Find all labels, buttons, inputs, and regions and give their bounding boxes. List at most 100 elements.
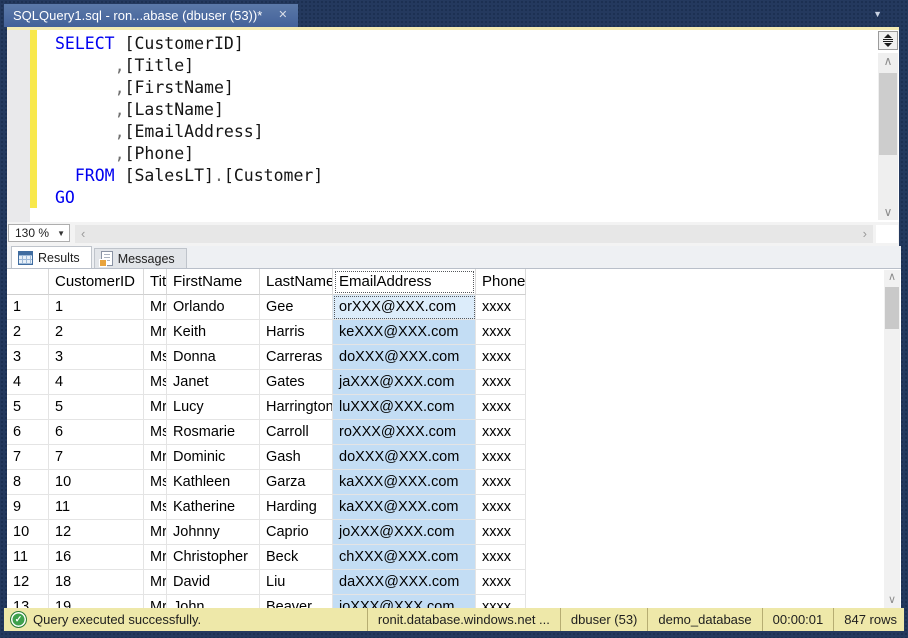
editor-horizontal-scrollbar[interactable]: ‹ › — [75, 225, 873, 243]
data-cell[interactable]: Janet — [167, 370, 260, 395]
editor-vertical-scrollbar[interactable]: ∧ ∨ — [878, 53, 898, 220]
row-number-cell[interactable]: 2 — [7, 320, 49, 345]
row-number-cell[interactable]: 3 — [7, 345, 49, 370]
data-cell[interactable]: Mr. — [144, 595, 167, 608]
data-cell[interactable]: 18 — [49, 570, 144, 595]
data-cell[interactable]: 7 — [49, 445, 144, 470]
data-cell[interactable]: luXXX@XXX.com — [333, 395, 476, 420]
data-cell[interactable]: xxxx — [476, 420, 526, 445]
scroll-down-icon[interactable]: ∨ — [884, 594, 900, 607]
column-header-lastname[interactable]: LastName — [260, 269, 333, 295]
data-cell[interactable]: Carreras — [260, 345, 333, 370]
sql-editor[interactable]: SELECT [CustomerID] ,[Title] ,[FirstName… — [7, 27, 899, 222]
data-cell[interactable]: Beck — [260, 545, 333, 570]
data-cell[interactable]: xxxx — [476, 520, 526, 545]
data-cell[interactable]: 16 — [49, 545, 144, 570]
data-cell[interactable]: xxxx — [476, 445, 526, 470]
data-cell[interactable]: xxxx — [476, 570, 526, 595]
data-cell[interactable]: Harrington — [260, 395, 333, 420]
data-cell[interactable]: Caprio — [260, 520, 333, 545]
column-header-customerid[interactable]: CustomerID — [49, 269, 144, 295]
scroll-down-icon[interactable]: ∨ — [878, 205, 898, 219]
scroll-up-icon[interactable]: ∧ — [878, 54, 898, 68]
data-cell[interactable]: Kathleen — [167, 470, 260, 495]
grid-vertical-scrollbar[interactable]: ∧ ∨ — [884, 270, 900, 608]
data-cell[interactable]: Gates — [260, 370, 333, 395]
close-icon[interactable]: ✕ — [278, 10, 287, 21]
data-cell[interactable]: Harding — [260, 495, 333, 520]
data-cell[interactable]: Lucy — [167, 395, 260, 420]
data-cell[interactable]: xxxx — [476, 545, 526, 570]
data-cell[interactable]: kaXXX@XXX.com — [333, 470, 476, 495]
data-cell[interactable]: orXXX@XXX.com — [333, 295, 476, 320]
data-cell[interactable]: Johnny — [167, 520, 260, 545]
data-cell[interactable]: Harris — [260, 320, 333, 345]
code-lines[interactable]: SELECT [CustomerID] ,[Title] ,[FirstName… — [55, 33, 869, 209]
data-cell[interactable]: daXXX@XXX.com — [333, 570, 476, 595]
data-cell[interactable]: xxxx — [476, 395, 526, 420]
data-cell[interactable]: xxxx — [476, 370, 526, 395]
data-cell[interactable]: Christopher — [167, 545, 260, 570]
data-cell[interactable]: 1 — [49, 295, 144, 320]
row-number-cell[interactable]: 9 — [7, 495, 49, 520]
data-cell[interactable]: Ms. — [144, 370, 167, 395]
data-cell[interactable]: xxxx — [476, 595, 526, 608]
scrollbar-thumb[interactable] — [885, 287, 899, 329]
row-number-cell[interactable]: 6 — [7, 420, 49, 445]
row-number-cell[interactable]: 5 — [7, 395, 49, 420]
row-number-cell[interactable]: 4 — [7, 370, 49, 395]
scroll-left-icon[interactable]: ‹ — [81, 225, 85, 243]
data-cell[interactable]: Ms. — [144, 470, 167, 495]
data-cell[interactable]: 11 — [49, 495, 144, 520]
row-number-cell[interactable]: 1 — [7, 295, 49, 320]
data-cell[interactable]: Mr. — [144, 295, 167, 320]
data-cell[interactable]: 19 — [49, 595, 144, 608]
data-cell[interactable]: 6 — [49, 420, 144, 445]
data-cell[interactable]: chXXX@XXX.com — [333, 545, 476, 570]
data-cell[interactable]: Katherine — [167, 495, 260, 520]
data-cell[interactable]: xxxx — [476, 320, 526, 345]
row-number-cell[interactable]: 10 — [7, 520, 49, 545]
data-cell[interactable]: 4 — [49, 370, 144, 395]
data-cell[interactable]: doXXX@XXX.com — [333, 445, 476, 470]
scrollbar-thumb[interactable] — [879, 73, 897, 155]
row-number-cell[interactable]: 8 — [7, 470, 49, 495]
data-cell[interactable]: xxxx — [476, 495, 526, 520]
data-cell[interactable]: xxxx — [476, 295, 526, 320]
data-cell[interactable]: keXXX@XXX.com — [333, 320, 476, 345]
data-cell[interactable]: jaXXX@XXX.com — [333, 370, 476, 395]
row-number-cell[interactable]: 11 — [7, 545, 49, 570]
data-cell[interactable]: xxxx — [476, 345, 526, 370]
scroll-right-icon[interactable]: › — [863, 225, 867, 243]
data-cell[interactable]: Keith — [167, 320, 260, 345]
data-cell[interactable]: Mr. — [144, 520, 167, 545]
data-cell[interactable]: Mr. — [144, 545, 167, 570]
row-number-header[interactable] — [7, 269, 49, 295]
data-cell[interactable]: Carroll — [260, 420, 333, 445]
document-tab[interactable]: SQLQuery1.sql - ron...abase (dbuser (53)… — [4, 4, 298, 27]
data-cell[interactable]: doXXX@XXX.com — [333, 345, 476, 370]
data-cell[interactable]: Ms. — [144, 495, 167, 520]
data-cell[interactable]: Mr. — [144, 570, 167, 595]
data-cell[interactable]: Mr. — [144, 395, 167, 420]
data-cell[interactable]: joXXX@XXX.com — [333, 595, 476, 608]
data-cell[interactable]: John — [167, 595, 260, 608]
data-cell[interactable]: Gee — [260, 295, 333, 320]
tab-results[interactable]: Results — [11, 246, 92, 268]
data-cell[interactable]: Ms. — [144, 345, 167, 370]
data-cell[interactable]: roXXX@XXX.com — [333, 420, 476, 445]
data-cell[interactable]: Garza — [260, 470, 333, 495]
data-cell[interactable]: David — [167, 570, 260, 595]
data-cell[interactable]: 12 — [49, 520, 144, 545]
column-header-title[interactable]: Title — [144, 269, 167, 295]
scroll-up-icon[interactable]: ∧ — [884, 271, 900, 284]
data-cell[interactable]: Rosmarie — [167, 420, 260, 445]
data-cell[interactable]: 10 — [49, 470, 144, 495]
data-cell[interactable]: Beaver — [260, 595, 333, 608]
data-cell[interactable]: Liu — [260, 570, 333, 595]
data-cell[interactable]: Mr. — [144, 445, 167, 470]
data-cell[interactable]: joXXX@XXX.com — [333, 520, 476, 545]
data-cell[interactable]: Gash — [260, 445, 333, 470]
column-header-firstname[interactable]: FirstName — [167, 269, 260, 295]
row-number-cell[interactable]: 7 — [7, 445, 49, 470]
